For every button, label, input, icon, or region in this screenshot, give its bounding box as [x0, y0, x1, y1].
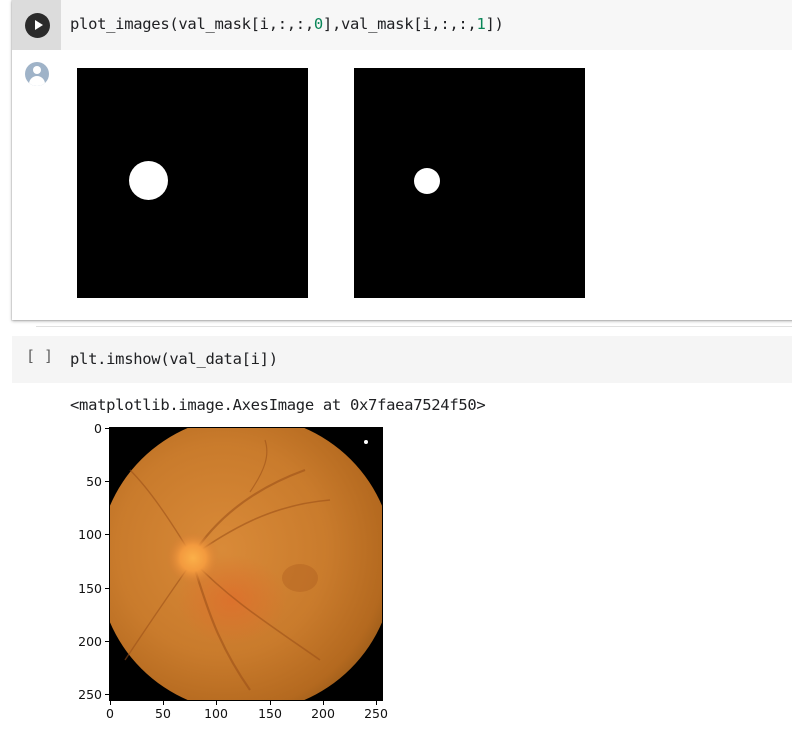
y-tick-label: 50: [86, 474, 102, 489]
x-tick-label: 150: [258, 706, 282, 721]
x-tick-mark: [323, 701, 324, 705]
x-tick-mark: [376, 701, 377, 705]
fovea: [282, 564, 318, 592]
x-tick-label: 100: [204, 706, 228, 721]
x-tick-label: 0: [106, 706, 114, 721]
y-tick-mark: [105, 694, 109, 695]
y-tick-mark: [105, 481, 109, 482]
y-tick-label: 100: [78, 527, 102, 542]
y-tick-label: 200: [78, 634, 102, 649]
y-tick-label: 150: [78, 581, 102, 596]
x-tick-mark: [163, 701, 164, 705]
fundus-image-plot: [109, 427, 383, 701]
x-tick-mark: [110, 701, 111, 705]
y-tick-mark: [105, 588, 109, 589]
optic-disc: [167, 532, 219, 584]
x-tick-mark: [270, 701, 271, 705]
artifact-dot: [364, 440, 368, 444]
y-tick-mark: [105, 641, 109, 642]
y-tick-label: 250: [78, 687, 102, 702]
y-tick-mark: [105, 428, 109, 429]
x-tick-label: 50: [155, 706, 171, 721]
y-tick-mark: [105, 534, 109, 535]
y-tick-label: 0: [94, 421, 102, 436]
x-tick-label: 200: [311, 706, 335, 721]
x-tick-label: 250: [364, 706, 388, 721]
x-tick-mark: [216, 701, 217, 705]
